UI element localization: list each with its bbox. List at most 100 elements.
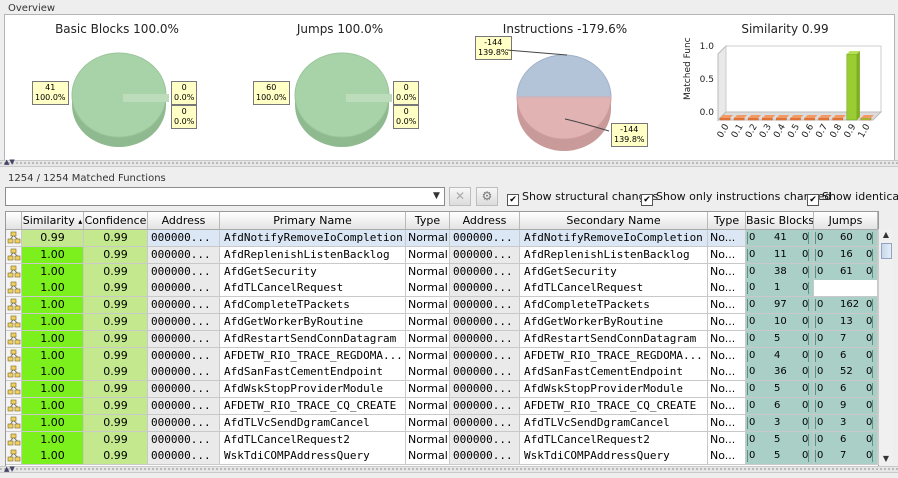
secondary-address-cell: 000000... bbox=[450, 230, 520, 247]
column-header-icon[interactable] bbox=[6, 212, 22, 230]
table-vertical-scrollbar[interactable]: ▲ ▼ bbox=[878, 229, 893, 465]
basic-blocks-pie-chart bbox=[65, 41, 175, 151]
column-header-primary-address[interactable]: Address bbox=[148, 212, 220, 230]
show-identical-checkbox[interactable]: ✔ Show identical bbox=[807, 190, 898, 206]
secondary-address-cell: 000000... bbox=[450, 448, 520, 466]
confidence-cell: 0.99 bbox=[84, 364, 148, 382]
similarity-bar bbox=[776, 117, 787, 121]
column-header-secondary-name[interactable]: Secondary Name bbox=[520, 212, 708, 230]
basic-blocks-cell: 050 bbox=[746, 448, 814, 466]
basic-blocks-cell: 060 bbox=[746, 398, 814, 415]
count-value: 0 bbox=[817, 332, 824, 344]
column-header-basic-blocks[interactable]: Basic Blocks bbox=[746, 212, 814, 230]
bottom-splitter[interactable] bbox=[0, 466, 898, 473]
filter-settings-button[interactable]: ⚙ bbox=[476, 187, 498, 206]
count-value: 0 bbox=[817, 400, 824, 411]
column-header-primary-name[interactable]: Primary Name bbox=[220, 212, 406, 230]
secondary-name-cell: WskTdiCOMPAddressQuery bbox=[520, 448, 708, 466]
primary-address-cell: 000000... bbox=[148, 381, 220, 399]
secondary-type-cell: No... bbox=[708, 263, 746, 281]
scrollbar-thumb[interactable] bbox=[881, 243, 892, 259]
table-row[interactable]: 1.00 0.99 000000... AfdCompleteTPackets Norm… bbox=[6, 297, 878, 315]
count-value: 16 bbox=[840, 248, 853, 260]
close-icon: ✕ bbox=[454, 189, 466, 203]
table-row[interactable]: 1.00 0.99 000000... AfdSanFastCementEndpoin… bbox=[6, 364, 878, 382]
table-row[interactable]: 1.00 0.99 000000... AfdTLCancelRequest2 Norm… bbox=[6, 431, 878, 449]
primary-name-cell: AfdRestartSendConnDatagram bbox=[220, 330, 406, 348]
similarity-cell: 1.00 bbox=[22, 246, 84, 264]
primary-type-cell: Normal bbox=[406, 381, 450, 399]
table-row[interactable]: 1.00 0.99 000000... AfdWskStopProviderModul… bbox=[6, 381, 878, 399]
secondary-address-cell: 000000... bbox=[450, 297, 520, 315]
confidence-cell: 0.99 bbox=[84, 398, 148, 415]
secondary-name-cell: AfdTLCancelRequest2 bbox=[520, 431, 708, 449]
checkbox-label: Show identical bbox=[822, 190, 898, 203]
basic-blocks-note-left: 0 0.0% bbox=[171, 81, 198, 105]
x-tick-label: 0.1 bbox=[730, 123, 746, 140]
primary-name-cell: AfdTLCancelRequest bbox=[220, 280, 406, 298]
secondary-type-cell: No... bbox=[708, 297, 746, 315]
secondary-type-cell: No... bbox=[708, 431, 746, 449]
basic-blocks-cell: 0 38 0 bbox=[746, 263, 814, 281]
count-value: 0 bbox=[749, 332, 756, 344]
count-value: 0 bbox=[817, 450, 824, 462]
table-row[interactable]: 1.00 0.99 000000... AfdRestartSendConnDatag… bbox=[6, 330, 878, 348]
table-row[interactable]: 1.00 0.99 000000... AFDETW_RIO_TRACE_CQ_CRE… bbox=[6, 398, 878, 415]
secondary-address-cell: 000000... bbox=[450, 431, 520, 449]
panel-splitter[interactable] bbox=[0, 160, 898, 167]
primary-type-cell: Normal bbox=[406, 448, 450, 466]
sort-ascending-icon: ▴ bbox=[78, 217, 83, 226]
x-tick-label: 0.0 bbox=[716, 122, 732, 140]
table-row[interactable]: 1.00 0.99 000000... AfdReplenishListenBackl… bbox=[6, 246, 878, 264]
column-header-primary-type[interactable]: Type bbox=[406, 212, 450, 230]
count-value: 6 bbox=[840, 433, 847, 445]
similarity-cell: 1.00 bbox=[22, 297, 84, 315]
column-header-secondary-address[interactable]: Address bbox=[450, 212, 520, 230]
secondary-name-cell: AFDETW_RIO_TRACE_REGDOMA... bbox=[520, 347, 708, 365]
basic-blocks-cell: 0 97 0 bbox=[746, 297, 814, 315]
basic-blocks-cell: 030 bbox=[746, 414, 814, 432]
chart-side-wall bbox=[717, 44, 727, 122]
primary-type-cell: Normal bbox=[406, 414, 450, 432]
column-header-jumps[interactable]: Jumps bbox=[814, 212, 878, 230]
table-row[interactable]: 1.00 0.99 000000... AfdTLVcSendDgramCancel N… bbox=[6, 414, 878, 432]
count-value: 6 bbox=[840, 349, 847, 361]
count-value: 6 bbox=[840, 383, 847, 395]
secondary-type-cell: No... bbox=[708, 314, 746, 331]
count-value: 0 bbox=[817, 416, 824, 428]
scroll-up-icon[interactable]: ▲ bbox=[879, 229, 893, 241]
primary-address-cell: 000000... bbox=[148, 364, 220, 382]
similarity-cell: 1.00 bbox=[22, 448, 84, 466]
jumps-cell: 070 bbox=[814, 330, 878, 348]
scroll-down-icon[interactable]: ▼ bbox=[879, 453, 893, 465]
count-value: 38 bbox=[774, 265, 787, 277]
checkbox-checked-icon: ✔ bbox=[807, 194, 819, 206]
bottom-splitter-collapse-icon[interactable]: ▲▼ bbox=[4, 466, 15, 473]
x-tick-label: 0.6 bbox=[800, 122, 816, 140]
match-type-icon bbox=[6, 246, 22, 264]
clear-filter-button[interactable]: ✕ bbox=[449, 187, 471, 206]
column-header-similarity[interactable]: Similarity ▴ bbox=[22, 212, 84, 230]
splitter-collapse-icon[interactable]: ▲▼ bbox=[4, 159, 15, 166]
basic-blocks-cell: 0 10 0 bbox=[746, 314, 814, 331]
similarity-bar-chart: 1.0 0.5 0.0 Matched Functions 0.0 0.1 0.2 0.3 0.… bbox=[673, 15, 883, 161]
secondary-address-cell: 000000... bbox=[450, 330, 520, 348]
table-row[interactable]: 1.00 0.99 000000... WskTdiCOMPAddressQuery N… bbox=[6, 448, 878, 466]
table-row[interactable]: 0.99 0.99 000000... AfdNotifyRemoveIoComple… bbox=[6, 230, 878, 247]
count-value: 0 bbox=[817, 232, 824, 243]
x-tick-label: 0.5 bbox=[786, 123, 802, 140]
filter-dropdown-icon[interactable]: ▼ bbox=[429, 188, 444, 205]
table-row[interactable]: 1.00 0.99 000000... AfdGetWorkerByRoutine No… bbox=[6, 314, 878, 331]
table-row[interactable]: 1.00 0.99 000000... AfdTLCancelRequest Norma… bbox=[6, 280, 878, 298]
gear-icon: ⚙ bbox=[481, 189, 493, 203]
similarity-bar bbox=[818, 117, 829, 121]
jumps-note-left: 0 0.0% bbox=[393, 81, 420, 105]
similarity-cell: 1.00 bbox=[22, 330, 84, 348]
show-only-instructions-changed-checkbox[interactable]: ✔ Show only instructions changed bbox=[641, 190, 831, 206]
filter-input[interactable] bbox=[5, 187, 445, 206]
show-structural-changes-checkbox[interactable]: ✔ Show structural changes bbox=[507, 190, 658, 206]
column-header-confidence[interactable]: Confidence bbox=[84, 212, 148, 230]
table-row[interactable]: 1.00 0.99 000000... AFDETW_RIO_TRACE_REGDOM… bbox=[6, 347, 878, 365]
table-row[interactable]: 1.00 0.99 000000... AfdGetSecurity Normal 000… bbox=[6, 263, 878, 281]
column-header-secondary-type[interactable]: Type bbox=[708, 212, 746, 230]
